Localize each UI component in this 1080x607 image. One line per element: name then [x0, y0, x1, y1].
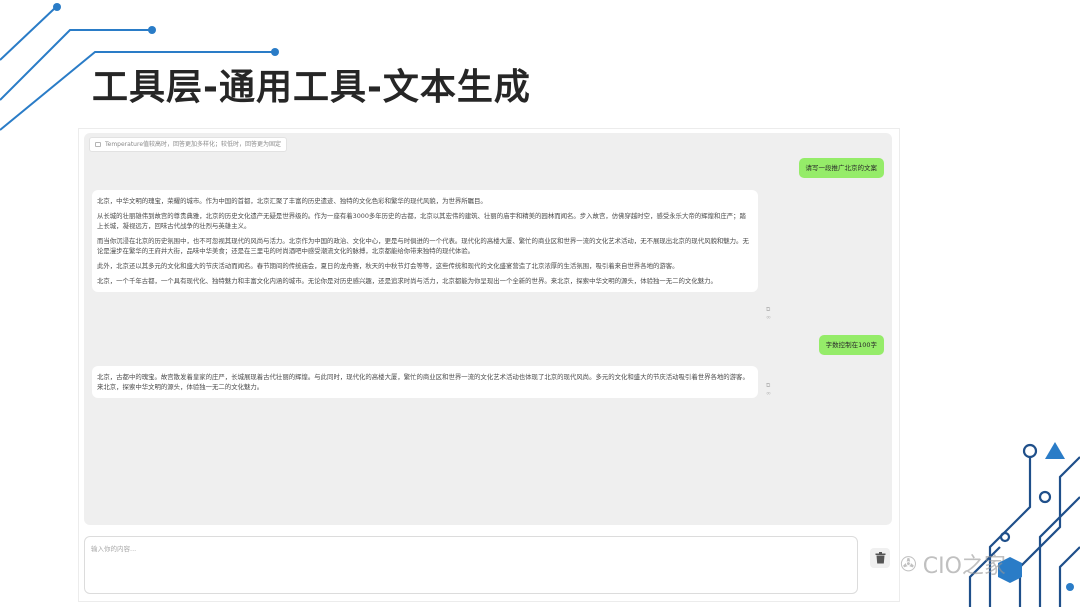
message-paragraph: 北京，古都中的瑰宝。故宫散发着皇家的庄严，长城展现着古代壮丽的辉煌。与此同时，现…: [97, 373, 749, 391]
watermark: ✇ CIO之家: [900, 548, 1006, 580]
message-paragraph: 而当你沉浸在北京的历史氛围中，也不可忽视其现代的风尚与活力。北京作为中国的政治、…: [97, 237, 749, 255]
user-message: 请写一段推广北京的文案: [798, 158, 884, 178]
assistant-message: 北京，中华文明的瑰宝，荣耀的城市。作为中国的首都，北京汇聚了丰富的历史遗迹、独特…: [92, 190, 758, 292]
message-paragraph: 从长城的壮丽雄伟到故宫的尊贵典雅，北京的历史文化遗产无疑是世界级的。作为一座有着…: [97, 212, 746, 230]
link-icon[interactable]: ∞: [766, 314, 771, 321]
message-actions: ⧉ ∞: [766, 306, 771, 321]
clear-history-button[interactable]: [870, 548, 890, 568]
temperature-hint-text: Temperature值较高时，回答更加多样化；较低时，回答更为固定: [105, 141, 282, 148]
chat-input-placeholder: 输入你的内容...: [91, 545, 137, 553]
copy-icon[interactable]: ⧉: [766, 382, 771, 389]
info-icon: [95, 142, 101, 147]
circuit-decoration-bottom-right: [968, 442, 1080, 607]
user-message: 字数控制在100字: [818, 335, 884, 355]
message-paragraph: 北京，中华文明的瑰宝，荣耀的城市。作为中国的首都，北京汇聚了丰富的历史遗迹、独特…: [97, 197, 487, 205]
temperature-hint-badge: Temperature值较高时，回答更加多样化；较低时，回答更为固定: [89, 137, 288, 152]
chat-input[interactable]: 输入你的内容...: [84, 536, 858, 594]
message-actions: ⧉ ∞: [766, 382, 771, 397]
slide-title: 工具层-通用工具-文本生成: [92, 67, 531, 108]
message-paragraph: 此外，北京还以其多元的文化和盛大的节庆活动而闻名。春节期间的传统庙会，夏日的龙舟…: [97, 262, 679, 270]
trash-icon: [875, 552, 885, 564]
message-paragraph: 北京，一个千年古都，一个具有现代化、独特魅力和丰富文化内涵的城市。无论你是对历史…: [97, 277, 717, 285]
watermark-text: CIO之家: [922, 554, 1006, 579]
link-icon[interactable]: ∞: [766, 390, 771, 397]
assistant-message: 北京，古都中的瑰宝。故宫散发着皇家的庄严，长城展现着古代壮丽的辉煌。与此同时，现…: [92, 366, 758, 398]
wechat-icon: ✇: [900, 552, 917, 576]
chat-history-panel: Temperature值较高时，回答更加多样化；较低时，回答更为固定 请写一段推…: [84, 133, 892, 525]
copy-icon[interactable]: ⧉: [766, 306, 771, 313]
